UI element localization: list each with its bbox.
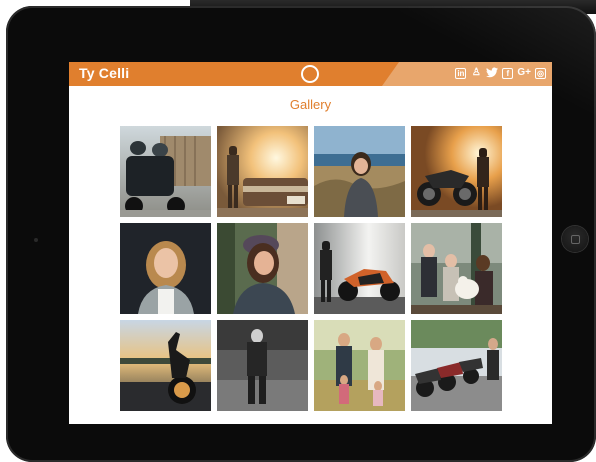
site-title[interactable]: Ty Celli [79, 65, 129, 81]
gallery-photo[interactable] [217, 126, 308, 217]
gallery-photo[interactable] [120, 320, 211, 411]
instagram-icon[interactable]: ◎ [535, 67, 546, 79]
snapchat-icon[interactable]: ♙ [470, 67, 482, 79]
photo-grid [120, 126, 502, 411]
gallery-photo[interactable] [314, 320, 405, 411]
gallery-heading: Gallery [289, 97, 332, 112]
gallery-photo[interactable] [411, 223, 502, 314]
twitter-icon[interactable] [486, 67, 499, 79]
tablet-screen: Ty Celli in ♙ f G+ ◎ Gallery [69, 62, 552, 424]
front-camera [34, 238, 38, 242]
gallery-photo[interactable] [217, 320, 308, 411]
site-header: Ty Celli in ♙ f G+ ◎ [69, 62, 552, 86]
gallery-photo[interactable] [411, 320, 502, 411]
google-plus-icon[interactable]: G+ [517, 67, 531, 79]
gallery-photo[interactable] [120, 223, 211, 314]
gallery-photo[interactable] [314, 126, 405, 217]
gallery-photo[interactable] [314, 223, 405, 314]
gallery-photo[interactable] [411, 126, 502, 217]
gallery-photo[interactable] [120, 126, 211, 217]
tablet-device: Ty Celli in ♙ f G+ ◎ Gallery [6, 6, 596, 462]
social-links: in ♙ f G+ ◎ [455, 67, 546, 79]
circle-menu-icon[interactable] [301, 65, 319, 83]
linkedin-icon[interactable]: in [455, 67, 467, 79]
home-button[interactable] [562, 226, 588, 252]
gallery-photo[interactable] [217, 223, 308, 314]
facebook-icon[interactable]: f [502, 67, 514, 79]
